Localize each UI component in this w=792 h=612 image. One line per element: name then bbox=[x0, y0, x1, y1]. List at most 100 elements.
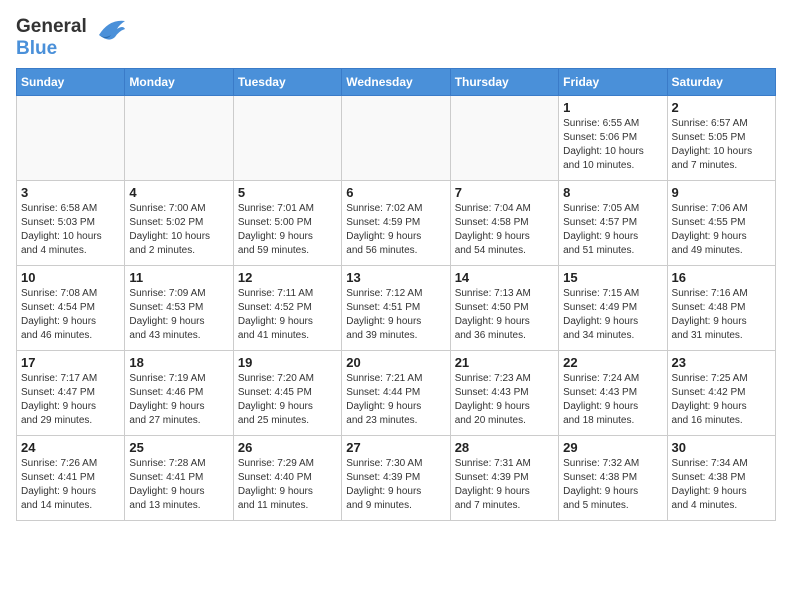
calendar-cell: 14 Sunrise: 7:13 AM Sunset: 4:50 PM Dayli… bbox=[450, 265, 558, 350]
calendar-week-row: 10 Sunrise: 7:08 AM Sunset: 4:54 PM Dayli… bbox=[17, 265, 776, 350]
weekday-header-monday: Monday bbox=[125, 68, 233, 95]
day-info: Sunrise: 7:32 AM Sunset: 4:38 PM Dayligh… bbox=[563, 457, 662, 513]
day-info: Sunrise: 7:28 AM Sunset: 4:41 PM Dayligh… bbox=[129, 457, 228, 513]
day-number: 23 bbox=[672, 355, 771, 370]
calendar-cell: 2Sunrise: 6:57 AM Sunset: 5:05 PM Daylig… bbox=[667, 95, 775, 180]
day-info: Sunrise: 7:29 AM Sunset: 4:40 PM Dayligh… bbox=[238, 457, 337, 513]
calendar-cell bbox=[450, 95, 558, 180]
day-info: Sunrise: 7:16 AM Sunset: 4:48 PM Dayligh… bbox=[672, 287, 771, 343]
calendar-cell: 5 Sunrise: 7:01 AM Sunset: 5:00 PM Daylig… bbox=[233, 180, 341, 265]
calendar-cell bbox=[233, 95, 341, 180]
day-number: 19 bbox=[238, 355, 337, 370]
day-number: 4 bbox=[129, 185, 228, 200]
day-number: 18 bbox=[129, 355, 228, 370]
calendar-cell: 11 Sunrise: 7:09 AM Sunset: 4:53 PM Dayli… bbox=[125, 265, 233, 350]
logo-general: General bbox=[16, 16, 87, 37]
weekday-header-saturday: Saturday bbox=[667, 68, 775, 95]
calendar-cell: 1 Sunrise: 6:55 AM Sunset: 5:06 PM Daylig… bbox=[559, 95, 667, 180]
calendar-cell bbox=[125, 95, 233, 180]
day-info: Sunrise: 7:20 AM Sunset: 4:45 PM Dayligh… bbox=[238, 372, 337, 428]
day-number: 17 bbox=[21, 355, 120, 370]
day-number: 27 bbox=[346, 440, 445, 455]
weekday-header-sunday: Sunday bbox=[17, 68, 125, 95]
calendar-cell bbox=[342, 95, 450, 180]
day-number: 25 bbox=[129, 440, 228, 455]
calendar-cell: 10 Sunrise: 7:08 AM Sunset: 4:54 PM Dayli… bbox=[17, 265, 125, 350]
calendar-cell: 29 Sunrise: 7:32 AM Sunset: 4:38 PM Dayli… bbox=[559, 435, 667, 520]
day-number: 13 bbox=[346, 270, 445, 285]
calendar-cell: 17 Sunrise: 7:17 AM Sunset: 4:47 PM Dayli… bbox=[17, 350, 125, 435]
weekday-header-thursday: Thursday bbox=[450, 68, 558, 95]
day-info: Sunrise: 7:11 AM Sunset: 4:52 PM Dayligh… bbox=[238, 287, 337, 343]
day-info: Sunrise: 7:15 AM Sunset: 4:49 PM Dayligh… bbox=[563, 287, 662, 343]
day-info: Sunrise: 6:55 AM Sunset: 5:06 PM Dayligh… bbox=[563, 117, 662, 173]
day-number: 30 bbox=[672, 440, 771, 455]
calendar-cell: 25 Sunrise: 7:28 AM Sunset: 4:41 PM Dayli… bbox=[125, 435, 233, 520]
day-info: Sunrise: 7:21 AM Sunset: 4:44 PM Dayligh… bbox=[346, 372, 445, 428]
day-info: Sunrise: 7:04 AM Sunset: 4:58 PM Dayligh… bbox=[455, 202, 554, 258]
day-number: 7 bbox=[455, 185, 554, 200]
logo-bird-icon bbox=[91, 15, 127, 47]
calendar-cell: 9 Sunrise: 7:06 AM Sunset: 4:55 PM Daylig… bbox=[667, 180, 775, 265]
logo: General Blue bbox=[16, 16, 127, 60]
day-info: Sunrise: 7:02 AM Sunset: 4:59 PM Dayligh… bbox=[346, 202, 445, 258]
calendar-cell: 19 Sunrise: 7:20 AM Sunset: 4:45 PM Dayli… bbox=[233, 350, 341, 435]
day-info: Sunrise: 7:12 AM Sunset: 4:51 PM Dayligh… bbox=[346, 287, 445, 343]
day-number: 5 bbox=[238, 185, 337, 200]
calendar-cell: 4Sunrise: 7:00 AM Sunset: 5:02 PM Daylig… bbox=[125, 180, 233, 265]
page-header: General Blue bbox=[16, 16, 776, 60]
calendar-cell: 23 Sunrise: 7:25 AM Sunset: 4:42 PM Dayli… bbox=[667, 350, 775, 435]
day-number: 9 bbox=[672, 185, 771, 200]
calendar-cell: 6 Sunrise: 7:02 AM Sunset: 4:59 PM Daylig… bbox=[342, 180, 450, 265]
day-info: Sunrise: 7:06 AM Sunset: 4:55 PM Dayligh… bbox=[672, 202, 771, 258]
day-info: Sunrise: 7:08 AM Sunset: 4:54 PM Dayligh… bbox=[21, 287, 120, 343]
calendar-header-row: SundayMondayTuesdayWednesdayThursdayFrid… bbox=[17, 68, 776, 95]
calendar-cell: 12 Sunrise: 7:11 AM Sunset: 4:52 PM Dayli… bbox=[233, 265, 341, 350]
calendar-table: SundayMondayTuesdayWednesdayThursdayFrid… bbox=[16, 68, 776, 521]
day-number: 11 bbox=[129, 270, 228, 285]
day-number: 1 bbox=[563, 100, 662, 115]
day-info: Sunrise: 7:17 AM Sunset: 4:47 PM Dayligh… bbox=[21, 372, 120, 428]
day-info: Sunrise: 7:13 AM Sunset: 4:50 PM Dayligh… bbox=[455, 287, 554, 343]
day-info: Sunrise: 7:09 AM Sunset: 4:53 PM Dayligh… bbox=[129, 287, 228, 343]
calendar-week-row: 1 Sunrise: 6:55 AM Sunset: 5:06 PM Daylig… bbox=[17, 95, 776, 180]
day-info: Sunrise: 7:24 AM Sunset: 4:43 PM Dayligh… bbox=[563, 372, 662, 428]
day-number: 10 bbox=[21, 270, 120, 285]
day-number: 26 bbox=[238, 440, 337, 455]
calendar-cell: 3 Sunrise: 6:58 AM Sunset: 5:03 PM Daylig… bbox=[17, 180, 125, 265]
day-number: 14 bbox=[455, 270, 554, 285]
day-number: 29 bbox=[563, 440, 662, 455]
day-info: Sunrise: 6:58 AM Sunset: 5:03 PM Dayligh… bbox=[21, 202, 120, 258]
calendar-week-row: 24Sunrise: 7:26 AM Sunset: 4:41 PM Dayli… bbox=[17, 435, 776, 520]
day-info: Sunrise: 7:26 AM Sunset: 4:41 PM Dayligh… bbox=[21, 457, 120, 513]
calendar-cell: 21Sunrise: 7:23 AM Sunset: 4:43 PM Dayli… bbox=[450, 350, 558, 435]
day-info: Sunrise: 7:01 AM Sunset: 5:00 PM Dayligh… bbox=[238, 202, 337, 258]
day-number: 3 bbox=[21, 185, 120, 200]
day-info: Sunrise: 7:23 AM Sunset: 4:43 PM Dayligh… bbox=[455, 372, 554, 428]
calendar-cell: 24Sunrise: 7:26 AM Sunset: 4:41 PM Dayli… bbox=[17, 435, 125, 520]
calendar-cell: 13 Sunrise: 7:12 AM Sunset: 4:51 PM Dayli… bbox=[342, 265, 450, 350]
day-info: Sunrise: 7:31 AM Sunset: 4:39 PM Dayligh… bbox=[455, 457, 554, 513]
weekday-header-friday: Friday bbox=[559, 68, 667, 95]
calendar-cell: 20 Sunrise: 7:21 AM Sunset: 4:44 PM Dayli… bbox=[342, 350, 450, 435]
calendar-cell: 22Sunrise: 7:24 AM Sunset: 4:43 PM Dayli… bbox=[559, 350, 667, 435]
day-number: 15 bbox=[563, 270, 662, 285]
calendar-cell: 7 Sunrise: 7:04 AM Sunset: 4:58 PM Daylig… bbox=[450, 180, 558, 265]
day-info: Sunrise: 7:25 AM Sunset: 4:42 PM Dayligh… bbox=[672, 372, 771, 428]
weekday-header-tuesday: Tuesday bbox=[233, 68, 341, 95]
weekday-header-wednesday: Wednesday bbox=[342, 68, 450, 95]
logo-blue: Blue bbox=[16, 38, 57, 59]
day-info: Sunrise: 7:34 AM Sunset: 4:38 PM Dayligh… bbox=[672, 457, 771, 513]
day-number: 8 bbox=[563, 185, 662, 200]
calendar-week-row: 17 Sunrise: 7:17 AM Sunset: 4:47 PM Dayli… bbox=[17, 350, 776, 435]
calendar-cell: 28Sunrise: 7:31 AM Sunset: 4:39 PM Dayli… bbox=[450, 435, 558, 520]
day-info: Sunrise: 7:30 AM Sunset: 4:39 PM Dayligh… bbox=[346, 457, 445, 513]
calendar-week-row: 3 Sunrise: 6:58 AM Sunset: 5:03 PM Daylig… bbox=[17, 180, 776, 265]
day-info: Sunrise: 7:05 AM Sunset: 4:57 PM Dayligh… bbox=[563, 202, 662, 258]
day-number: 6 bbox=[346, 185, 445, 200]
calendar-cell: 26 Sunrise: 7:29 AM Sunset: 4:40 PM Dayli… bbox=[233, 435, 341, 520]
day-number: 12 bbox=[238, 270, 337, 285]
day-number: 20 bbox=[346, 355, 445, 370]
calendar-cell bbox=[17, 95, 125, 180]
calendar-cell: 16Sunrise: 7:16 AM Sunset: 4:48 PM Dayli… bbox=[667, 265, 775, 350]
